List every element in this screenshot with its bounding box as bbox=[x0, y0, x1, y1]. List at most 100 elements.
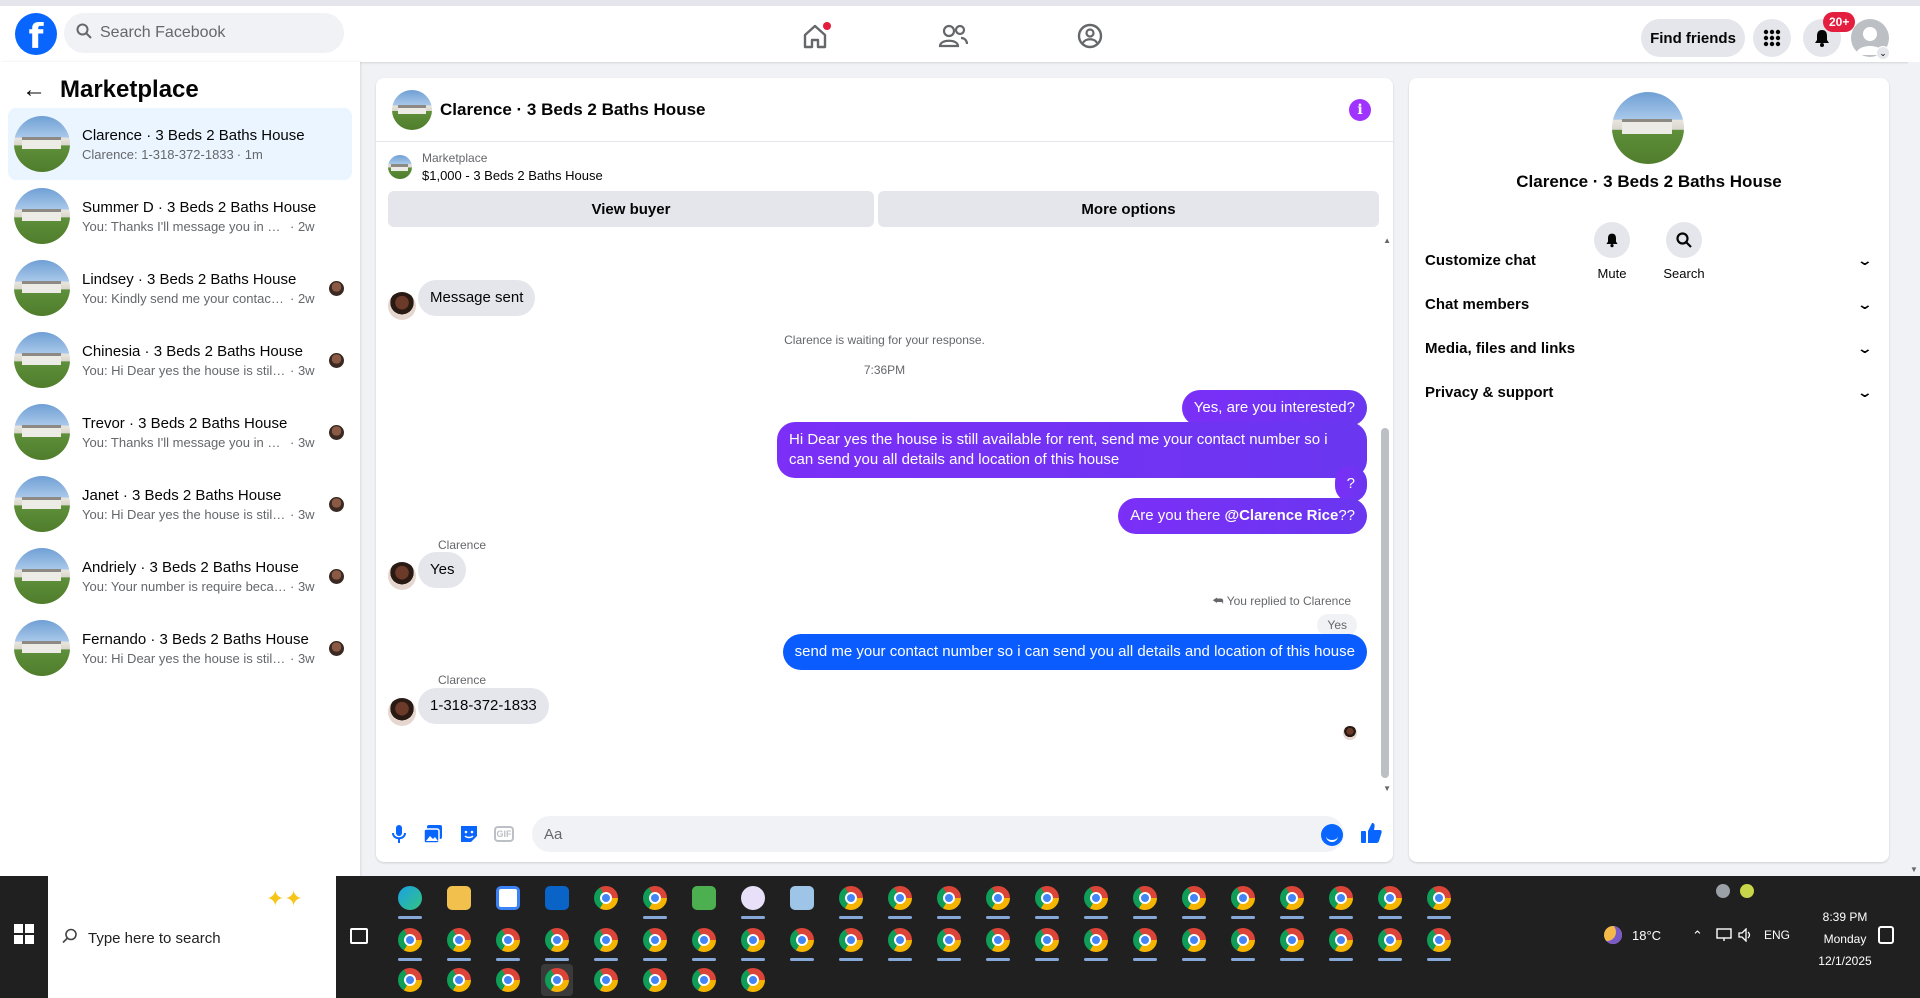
chrome-app-icon[interactable] bbox=[1227, 924, 1259, 961]
menu-grid-button[interactable] bbox=[1753, 19, 1791, 57]
chrome-app-icon[interactable] bbox=[737, 964, 769, 996]
conversation-item[interactable]: Summer D · 3 Beds 2 Baths House You: Tha… bbox=[8, 180, 352, 252]
chrome-app-icon[interactable] bbox=[1031, 924, 1063, 961]
edge-app-icon[interactable] bbox=[394, 882, 426, 919]
chrome-app-icon[interactable] bbox=[492, 924, 524, 961]
chrome-app-icon[interactable] bbox=[1178, 924, 1210, 961]
chrome-app-icon[interactable] bbox=[394, 924, 426, 961]
chrome-app-icon[interactable] bbox=[933, 924, 965, 961]
network-icon[interactable] bbox=[1716, 928, 1732, 945]
chrome-app-icon[interactable] bbox=[786, 924, 818, 961]
chat-listing-thumbnail[interactable] bbox=[392, 89, 432, 130]
weather-widget[interactable]: 18°C bbox=[1604, 926, 1661, 944]
chrome-app-icon[interactable] bbox=[835, 882, 867, 919]
photo-icon[interactable] bbox=[422, 823, 444, 845]
chrome-app-icon[interactable] bbox=[394, 964, 426, 996]
notification-center-icon[interactable] bbox=[1878, 926, 1894, 944]
chrome-app-icon[interactable] bbox=[1178, 882, 1210, 919]
chat-title[interactable]: Clarence · 3 Beds 2 Baths House bbox=[440, 100, 705, 120]
chrome-app-icon[interactable] bbox=[737, 924, 769, 961]
view-buyer-button[interactable]: View buyer bbox=[388, 191, 874, 227]
chrome-app-icon[interactable] bbox=[639, 964, 671, 996]
chrome-app-icon[interactable] bbox=[443, 924, 475, 961]
scroll-down-arrow[interactable]: ▼ bbox=[1383, 784, 1391, 793]
groups-nav-icon[interactable] bbox=[1070, 16, 1110, 56]
privacy-support-section[interactable]: Privacy & support ⌄ bbox=[1425, 370, 1877, 414]
info-icon[interactable]: i bbox=[1349, 99, 1371, 121]
sticker-icon[interactable] bbox=[458, 823, 480, 845]
chevron-down-icon[interactable]: ⌄ bbox=[1876, 46, 1890, 60]
notes-app-icon[interactable] bbox=[786, 882, 818, 914]
media-files-links-section[interactable]: Media, files and links ⌄ bbox=[1425, 326, 1877, 370]
friends-nav-icon[interactable] bbox=[933, 16, 973, 56]
more-options-button[interactable]: More options bbox=[878, 191, 1379, 227]
chrome-app-icon[interactable] bbox=[590, 924, 622, 961]
chrome-profile-icon[interactable] bbox=[639, 882, 671, 919]
security-icon[interactable] bbox=[1740, 884, 1754, 898]
chrome-app-icon[interactable] bbox=[1276, 924, 1308, 961]
chrome-app-icon[interactable] bbox=[590, 882, 622, 914]
chrome-app-icon[interactable] bbox=[1129, 882, 1161, 919]
chrome-app-icon[interactable] bbox=[1080, 882, 1112, 919]
cloud-icon[interactable] bbox=[1716, 884, 1730, 898]
marketplace-listing-row[interactable]: Marketplace $1,000 - 3 Beds 2 Baths Hous… bbox=[388, 150, 603, 184]
chrome-app-icon[interactable] bbox=[884, 924, 916, 961]
chrome-app-icon[interactable] bbox=[1325, 924, 1357, 961]
thumbs-up-icon[interactable] bbox=[1359, 821, 1383, 845]
page-scrollbar[interactable]: ▼ bbox=[1908, 62, 1920, 876]
store-app-icon[interactable] bbox=[492, 882, 524, 914]
outlook-app-icon[interactable] bbox=[541, 882, 573, 914]
customize-chat-section[interactable]: Customize chat ⌄ bbox=[1425, 238, 1877, 282]
message-input[interactable]: Aa bbox=[532, 816, 1344, 852]
chrome-app-icon[interactable] bbox=[541, 924, 573, 961]
conversation-item[interactable]: Trevor · 3 Beds 2 Baths House You: Thank… bbox=[8, 396, 352, 468]
task-view-icon[interactable] bbox=[350, 928, 368, 944]
chrome-app-icon[interactable] bbox=[1227, 882, 1259, 919]
chat-members-section[interactable]: Chat members ⌄ bbox=[1425, 282, 1877, 326]
chrome-app-icon[interactable] bbox=[639, 924, 671, 961]
paint-app-icon[interactable] bbox=[737, 882, 769, 919]
language-indicator[interactable]: ENG bbox=[1764, 928, 1790, 942]
chrome-app-icon[interactable] bbox=[933, 882, 965, 919]
microphone-icon[interactable] bbox=[388, 823, 410, 845]
file-explorer-icon[interactable] bbox=[443, 882, 475, 914]
chrome-app-icon[interactable] bbox=[1374, 924, 1406, 961]
chrome-app-icon[interactable] bbox=[1374, 882, 1406, 919]
chrome-app-icon[interactable] bbox=[688, 924, 720, 961]
facebook-search-input[interactable]: Search Facebook bbox=[64, 13, 344, 53]
scroll-up-arrow[interactable]: ▲ bbox=[1383, 236, 1391, 245]
scroll-down-arrow[interactable]: ▼ bbox=[1910, 865, 1918, 874]
facebook-logo[interactable]: f bbox=[15, 13, 57, 55]
conversation-item[interactable]: Janet · 3 Beds 2 Baths House You: Hi Dea… bbox=[8, 468, 352, 540]
windows-start-icon[interactable] bbox=[14, 924, 34, 944]
chevron-up-icon[interactable]: ⌃ bbox=[1692, 928, 1703, 944]
mention-link[interactable]: @Clarence Rice bbox=[1224, 507, 1338, 524]
conversation-item[interactable]: Clarence · 3 Beds 2 Baths House Clarence… bbox=[8, 108, 352, 180]
chrome-app-icon[interactable] bbox=[1080, 924, 1112, 961]
chrome-app-icon[interactable] bbox=[590, 964, 622, 996]
chrome-app-icon[interactable] bbox=[982, 924, 1014, 961]
chrome-app-icon[interactable] bbox=[492, 964, 524, 996]
chrome-app-icon[interactable] bbox=[1423, 924, 1455, 961]
chrome-app-icon[interactable] bbox=[1325, 882, 1357, 919]
conversation-item[interactable]: Fernando · 3 Beds 2 Baths House You: Hi … bbox=[8, 612, 352, 684]
emoji-icon[interactable] bbox=[1321, 824, 1343, 846]
chrome-app-icon[interactable] bbox=[1276, 882, 1308, 919]
chrome-app-icon[interactable] bbox=[835, 924, 867, 961]
volume-icon[interactable] bbox=[1738, 927, 1754, 945]
conversation-item[interactable]: Lindsey · 3 Beds 2 Baths House You: Kind… bbox=[8, 252, 352, 324]
gif-icon[interactable]: GIF bbox=[494, 826, 514, 842]
conversation-item[interactable]: Chinesia · 3 Beds 2 Baths House You: Hi … bbox=[8, 324, 352, 396]
taskbar-search-box[interactable]: Type here to search ✦✦ bbox=[48, 876, 336, 998]
conversation-item[interactable]: Andriely · 3 Beds 2 Baths House You: You… bbox=[8, 540, 352, 612]
chrome-app-icon[interactable] bbox=[884, 882, 916, 919]
chrome-app-icon[interactable] bbox=[1031, 882, 1063, 919]
chrome-app-icon[interactable] bbox=[443, 964, 475, 996]
chrome-active-window-icon[interactable] bbox=[541, 964, 573, 996]
chat-scrollbar[interactable] bbox=[1381, 428, 1389, 778]
chrome-app-icon[interactable] bbox=[1423, 882, 1455, 919]
taskbar-clock[interactable]: 8:39 PM Monday 12/1/2025 bbox=[1800, 906, 1890, 972]
chrome-app-icon[interactable] bbox=[688, 964, 720, 996]
chrome-app-icon[interactable] bbox=[982, 882, 1014, 919]
home-nav-icon[interactable] bbox=[795, 16, 835, 56]
